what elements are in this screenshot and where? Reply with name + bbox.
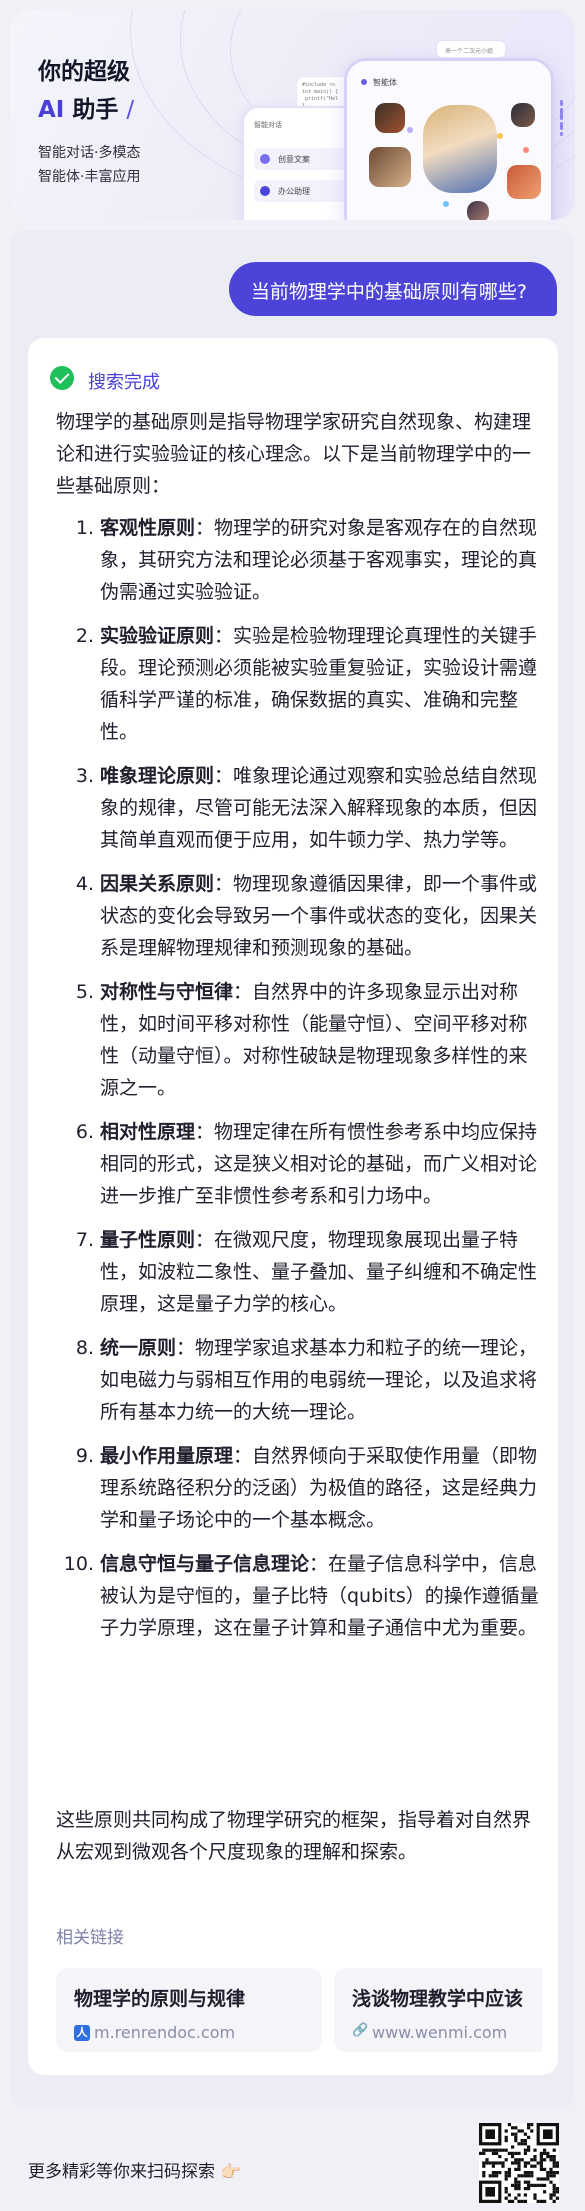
list-item-number: 1. (75, 517, 94, 539)
related-link-site: 人 m.renrendoc.com (74, 2023, 304, 2042)
list-item-number: 8. (75, 1337, 94, 1359)
mock-phone-chat-item: 办公助理 (254, 180, 350, 202)
list-item: 1. 客观性原则：物理学的研究对象是客观存在的自然现象，其研究方法和理论必须基于客… (56, 512, 542, 608)
list-item-number: 7. (75, 1229, 94, 1251)
search-status-text[interactable]: 搜索完成 (88, 368, 160, 394)
promo-banner: 你的超级 AI 助手 / 智能对话·多模态 智能体·丰富应用 #include <… (10, 10, 575, 220)
answer-outro: 这些原则共同构成了物理学研究的框架，指导着对自然界从宏观到微观各个尺度现象的理解… (56, 1809, 532, 1863)
mock-phone-chat-item: 创意文案 (254, 148, 350, 170)
list-item-term: 实验验证原则 (100, 625, 215, 647)
mock-item-label: 办公助理 (278, 187, 310, 196)
sparkle-icon (523, 147, 529, 153)
related-link-card[interactable]: 浅谈物理教学中应该 🔗 www.wenmi.com (334, 1968, 542, 2052)
list-item-term: 对称性与守恒律 (100, 981, 234, 1003)
agent-avatar (375, 103, 405, 133)
sparkle-icon (497, 133, 503, 139)
related-link-title[interactable]: 物理学的原则与规律 (74, 1984, 304, 2011)
chat-area: 当前物理学中的基础原则有哪些? 搜索完成 物理学的基础原则是指导物理学家研究自然… (10, 230, 575, 2108)
agent-avatar (423, 105, 497, 193)
list-item: 2. 实验验证原则：实验是检验物理理论真理性的关键手段。理论预测必须能被实验重复验… (56, 620, 542, 748)
qr-code-graphic (479, 2123, 559, 2203)
list-item-number: 2. (75, 625, 94, 647)
list-item: 5. 对称性与守恒律：自然界中的许多现象显示出对称性，如时间平移对称性（能量守恒）… (56, 976, 542, 1104)
related-link-domain: www.wenmi.com (372, 2023, 508, 2042)
list-item-number: 6. (75, 1121, 94, 1143)
related-links-carousel[interactable]: 物理学的原则与规律 人 m.renrendoc.com 浅谈物理教学中应该 🔗 ww… (56, 1968, 542, 2056)
banner-slash: / (126, 97, 135, 123)
mock-phone-chat-header: 智能对话 (254, 121, 282, 129)
agent-avatar (507, 165, 541, 199)
list-item-term: 相对性原理 (100, 1121, 196, 1143)
mock-item-label: 创意文案 (278, 155, 310, 164)
footer-cta: 更多精彩等你来扫码探索 👉🏻 (28, 2162, 242, 2182)
renrendoc-icon: 人 (74, 2025, 90, 2041)
list-item-term: 量子性原则 (100, 1229, 196, 1251)
audio-wave-icon (560, 98, 566, 138)
mock-item-icon (260, 154, 270, 164)
link-icon: 🔗 (352, 2023, 369, 2038)
user-message-bubble: 当前物理学中的基础原则有哪些? (228, 262, 557, 316)
list-item-term: 信息守恒与量子信息理论 (100, 1553, 310, 1575)
sparkle-icon (443, 201, 449, 207)
banner-subtitle-line2: 智能体·丰富应用 (38, 169, 141, 185)
related-link-title[interactable]: 浅谈物理教学中应该 (352, 1984, 542, 2011)
principles-list: 1. 客观性原则：物理学的研究对象是客观存在的自然现象，其研究方法和理论必须基于客… (56, 512, 542, 1656)
mock-phone-agents-header: 智能体 (373, 78, 397, 87)
list-item-number: 5. (75, 981, 94, 1003)
check-circle-icon (50, 366, 74, 390)
related-link-domain: m.renrendoc.com (94, 2023, 236, 2042)
banner-title-ai: AI (38, 97, 65, 123)
sparkle-icon (407, 127, 413, 133)
mock-prompt-bubble: 来一个二次元小姐 (436, 40, 506, 58)
mock-phone-agents: 智能体 (344, 58, 554, 220)
list-item: 8. 统一原则：物理学家追求基本力和粒子的统一理论，如电磁力与弱相互作用的电弱统一… (56, 1332, 542, 1428)
list-item: 4. 因果关系原则：物理现象遵循因果律，即一个事件或状态的变化会导致另一个事件或状… (56, 868, 542, 964)
list-item-term: 统一原则 (100, 1337, 177, 1359)
list-item-term: 客观性原则 (100, 517, 196, 539)
banner-title-line2: AI 助手 / (38, 90, 134, 124)
list-item-number: 10. (63, 1553, 94, 1575)
agent-avatar (511, 103, 535, 127)
mock-agent-dot-icon (361, 79, 367, 85)
qr-code (479, 2123, 559, 2203)
list-item-number: 4. (75, 873, 94, 895)
agent-avatar (369, 147, 411, 187)
list-item: 10. 信息守恒与量子信息理论：在量子信息科学中，信息被认为是守恒的，量子比特（q… (56, 1548, 542, 1644)
related-links-label: 相关链接 (56, 1928, 124, 1948)
list-item: 3. 唯象理论原则：唯象理论通过观察和实验总结自然现象的规律，尽管可能无法深入解释… (56, 760, 542, 856)
list-item-term: 唯象理论原则 (100, 765, 215, 787)
list-item-term: 因果关系原则 (100, 873, 215, 895)
agent-avatar (467, 201, 489, 220)
banner-title-line1: 你的超级 (38, 59, 130, 85)
mock-item-icon (260, 186, 270, 196)
banner-title-rest: 助手 (64, 97, 119, 123)
list-item-number: 3. (75, 765, 94, 787)
list-item: 6. 相对性原理：物理定律在所有惯性参考系中均应保持相同的形式，这是狭义相对论的基… (56, 1116, 542, 1212)
list-item-term: 最小作用量原理 (100, 1445, 234, 1467)
list-item: 7. 量子性原则：在微观尺度，物理现象展现出量子特性，如波粒二象性、量子叠加、量子… (56, 1224, 542, 1320)
list-item: 9. 最小作用量原理：自然界倾向于采取使作用量（即物理系统路径积分的泛函）为极值的… (56, 1440, 542, 1536)
related-link-card[interactable]: 物理学的原则与规律 人 m.renrendoc.com (56, 1968, 322, 2052)
related-link-site: 🔗 www.wenmi.com (352, 2023, 542, 2042)
banner-subtitle-line1: 智能对话·多模态 (38, 145, 141, 161)
list-item-number: 9. (75, 1445, 94, 1467)
assistant-answer-card: 搜索完成 物理学的基础原则是指导物理学家研究自然现象、构建理论和进行实验验证的核… (28, 338, 558, 2075)
answer-intro: 物理学的基础原则是指导物理学家研究自然现象、构建理论和进行实验验证的核心理念。以… (56, 411, 532, 497)
